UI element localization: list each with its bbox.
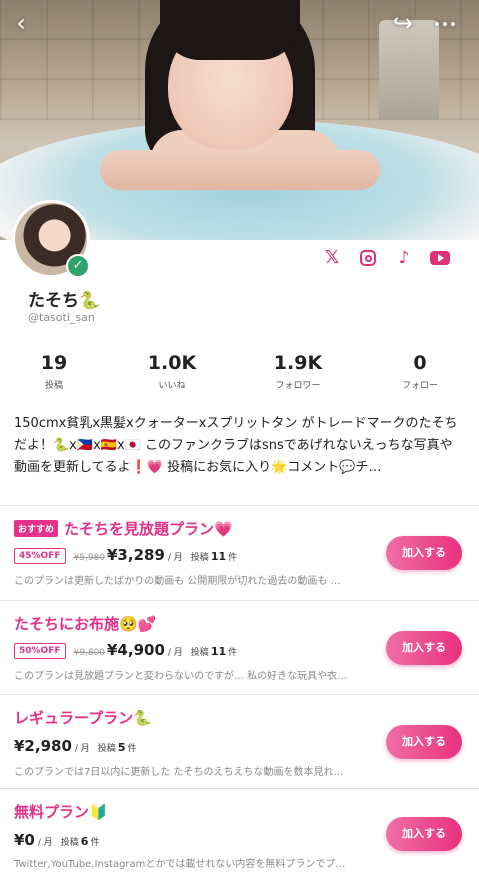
plan-price-row: ¥2,980/ 月投稿 5 件 — [14, 737, 136, 755]
stat-value: 19 — [40, 352, 68, 374]
x-icon[interactable]: 𝕏 — [320, 246, 344, 270]
join-button[interactable]: 加入する — [386, 725, 462, 759]
plan-title: 無料プラン🔰 — [14, 803, 108, 821]
stat-value: 1.9K — [273, 352, 323, 374]
user-handle: @tasoti_san — [28, 311, 95, 324]
per-month: / 月 — [74, 744, 90, 754]
posts-label: 投稿 — [190, 553, 209, 563]
plan-description: このプランは見放題プランと変わらないのですが… 私の好きな玩具や衣… — [14, 671, 348, 682]
youtube-icon[interactable] — [428, 246, 452, 270]
posts-unit: 件 — [228, 648, 238, 658]
profile-bio[interactable]: 150cmx貧乳x黒髪xクォーターxスプリットタン がトレードマークのたそちだよ… — [14, 413, 465, 479]
tiktok-icon[interactable]: ♪ — [392, 246, 416, 270]
posts-unit: 件 — [90, 838, 100, 848]
plan-price: ¥4,900 — [107, 641, 165, 659]
plan-card[interactable]: レギュラープラン🐍 ¥2,980/ 月投稿 5 件 このプランでは7日以内に更新した… — [0, 694, 479, 788]
cover-arms — [100, 150, 380, 190]
join-button[interactable]: 加入する — [386, 536, 462, 570]
stat-likes[interactable]: 1.0K いいね — [122, 352, 222, 391]
plan-price-row: 45%OFF ¥5,980 ¥3,289/ 月投稿 11 件 — [14, 546, 237, 564]
plan-price: ¥0 — [14, 831, 35, 849]
original-price: ¥5,980 — [73, 553, 106, 563]
plan-card[interactable]: 無料プラン🔰 ¥0/ 月投稿 6 件 Twitter,YouTube,Instagr… — [0, 788, 479, 874]
posts-label: 投稿 — [97, 744, 116, 754]
join-button[interactable]: 加入する — [386, 817, 462, 851]
posts-count: 11 — [210, 645, 227, 658]
more-dots-icon[interactable] — [430, 8, 460, 38]
posts-count: 11 — [210, 550, 227, 563]
plan-price: ¥3,289 — [107, 546, 165, 564]
plan-title: レギュラープラン🐍 — [14, 709, 152, 727]
stat-value: 1.0K — [147, 352, 197, 374]
original-price: ¥9,800 — [73, 648, 106, 658]
per-month: / 月 — [37, 838, 53, 848]
share-icon[interactable]: ↪ — [388, 8, 418, 38]
posts-label: 投稿 — [190, 648, 209, 658]
discount-badge: 50%OFF — [14, 643, 66, 659]
stat-posts[interactable]: 19 投稿 — [4, 352, 104, 391]
posts-count: 6 — [80, 835, 89, 848]
plan-description: このプランでは7日以内に更新した たそちのえちえちな動画を数本見れ… — [14, 767, 344, 778]
plan-title: たそちにお布施🥺💕 — [14, 615, 157, 633]
discount-badge: 45%OFF — [14, 548, 66, 564]
stat-label: いいね — [158, 381, 186, 391]
plan-price-row: 50%OFF ¥9,800 ¥4,900/ 月投稿 11 件 — [14, 641, 237, 659]
instagram-icon[interactable] — [356, 246, 380, 270]
stat-label: フォロー — [401, 381, 438, 391]
stat-value: 0 — [413, 352, 427, 374]
stat-label: フォロワー — [275, 381, 321, 391]
display-name: たそち🐍 — [28, 291, 101, 311]
stat-followers[interactable]: 1.9K フォロワー — [248, 352, 348, 391]
plan-price-row: ¥0/ 月投稿 6 件 — [14, 831, 99, 849]
posts-count: 5 — [117, 741, 126, 754]
posts-unit: 件 — [127, 744, 137, 754]
recommended-badge: おすすめ — [14, 520, 59, 537]
plan-card[interactable]: おすすめ たそちを見放題プラン💗 45%OFF ¥5,980 ¥3,289/ 月投稿 1… — [0, 505, 479, 600]
plan-description: このプランは更新したばかりの動画も 公開期限が切れた過去の動画も … — [14, 576, 341, 587]
per-month: / 月 — [167, 553, 183, 563]
back-arrow-icon[interactable]: ‹ — [6, 8, 36, 38]
join-button[interactable]: 加入する — [386, 631, 462, 665]
plan-title-row: おすすめ たそちを見放題プラン💗 — [14, 518, 233, 539]
plan-description: Twitter,YouTube,Instagramとかでは載せれない内容を無料プ… — [14, 859, 346, 870]
stat-following[interactable]: 0 フォロー — [370, 352, 470, 391]
plan-card[interactable]: たそちにお布施🥺💕 50%OFF ¥9,800 ¥4,900/ 月投稿 11 件 このプ… — [0, 600, 479, 694]
plan-title: たそちを見放題プラン💗 — [64, 520, 233, 538]
plan-price: ¥2,980 — [14, 737, 72, 755]
stat-label: 投稿 — [44, 381, 63, 391]
posts-unit: 件 — [228, 553, 238, 563]
cover-bangs — [160, 0, 300, 60]
per-month: / 月 — [167, 648, 183, 658]
posts-label: 投稿 — [60, 838, 79, 848]
verified-badge-icon: ✓ — [66, 254, 90, 278]
